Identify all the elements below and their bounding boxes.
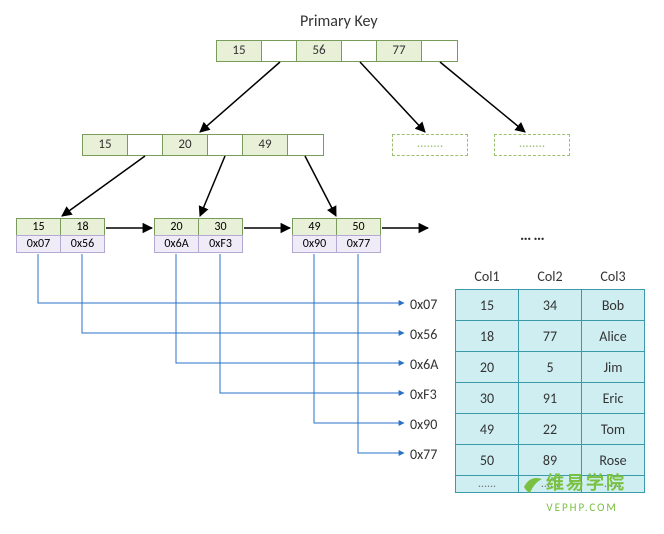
ghost-label: ........ <box>393 135 467 155</box>
btree-blank <box>262 41 297 61</box>
table-cell: ...... <box>582 476 645 493</box>
table-cell: ...... <box>456 476 519 493</box>
watermark-url: VEPHP.COM <box>546 501 617 514</box>
btree-ghost-node: ........ <box>392 134 468 156</box>
btree-ghost-node: ........ <box>494 134 570 156</box>
table-row: 15 34 Bob <box>456 290 645 321</box>
leaf-pointer: 0x56 <box>60 235 105 253</box>
leaf-pointer: 0x6A <box>154 235 199 253</box>
table-cell: Eric <box>582 383 645 414</box>
leaf-key: 30 <box>198 218 243 236</box>
leaf-key: 49 <box>292 218 337 236</box>
table-header: Col3 <box>582 262 645 290</box>
leaf-pointer: 0x90 <box>292 235 337 253</box>
table-cell: Jim <box>582 352 645 383</box>
leaf-key: 18 <box>60 218 105 236</box>
table-cell: 20 <box>456 352 519 383</box>
table-cell: 50 <box>456 445 519 476</box>
leaf-key: 50 <box>336 218 381 236</box>
btree-key: 49 <box>243 135 288 155</box>
leaf-pointer: 0x07 <box>16 235 61 253</box>
btree-key: 20 <box>163 135 208 155</box>
btree-key: 15 <box>83 135 128 155</box>
table-header: Col1 <box>456 262 519 290</box>
table-cell: 15 <box>456 290 519 321</box>
table-cell: Bob <box>582 290 645 321</box>
btree-leaf-node: 49 50 0x90 0x77 <box>292 218 381 253</box>
leaf-key: 15 <box>16 218 61 236</box>
leaf-ellipsis: …… <box>520 226 547 245</box>
table-row: 20 5 Jim <box>456 352 645 383</box>
ghost-label: ........ <box>495 135 569 155</box>
table-header-row: Col1 Col2 Col3 <box>456 262 645 290</box>
table-header: Col2 <box>519 262 582 290</box>
btree-blank <box>208 135 243 155</box>
diagram-title: Primary Key <box>300 12 378 31</box>
btree-blank <box>342 41 377 61</box>
btree-key: 15 <box>217 41 262 61</box>
table-cell: Rose <box>582 445 645 476</box>
pointer-label: 0x90 <box>410 416 437 433</box>
pointer-label: 0xF3 <box>410 386 437 403</box>
table-cell: ...... <box>519 476 582 493</box>
pointer-label: 0x07 <box>410 296 437 313</box>
table-cell: 89 <box>519 445 582 476</box>
table-row: 30 91 Eric <box>456 383 645 414</box>
btree-key: 77 <box>377 41 422 61</box>
leaf-pointer: 0xF3 <box>198 235 243 253</box>
btree-root-node: 15 56 77 <box>216 40 458 62</box>
table-cell: 18 <box>456 321 519 352</box>
data-table: Col1 Col2 Col3 15 34 Bob 18 77 Alice 20 … <box>455 262 645 493</box>
table-cell: 91 <box>519 383 582 414</box>
btree-blank <box>422 41 457 61</box>
leaf-pointer: 0x77 <box>336 235 381 253</box>
btree-key: 56 <box>297 41 342 61</box>
table-cell: 5 <box>519 352 582 383</box>
table-row: 49 22 Tom <box>456 414 645 445</box>
table-row: 50 89 Rose <box>456 445 645 476</box>
table-cell: 34 <box>519 290 582 321</box>
leaf-key: 20 <box>154 218 199 236</box>
pointer-label: 0x6A <box>410 356 438 373</box>
btree-internal-node: 15 20 49 <box>82 134 324 156</box>
btree-leaf-node: 15 18 0x07 0x56 <box>16 218 105 253</box>
btree-blank <box>128 135 163 155</box>
pointer-label: 0x56 <box>410 326 437 343</box>
table-cell: 49 <box>456 414 519 445</box>
table-cell: 77 <box>519 321 582 352</box>
table-cell: Alice <box>582 321 645 352</box>
pointer-label: 0x77 <box>410 446 437 463</box>
btree-leaf-node: 20 30 0x6A 0xF3 <box>154 218 243 253</box>
table-cell: 30 <box>456 383 519 414</box>
btree-blank <box>288 135 323 155</box>
table-row-trailing: ...... ...... ...... <box>456 476 645 493</box>
table-cell: 22 <box>519 414 582 445</box>
table-row: 18 77 Alice <box>456 321 645 352</box>
table-cell: Tom <box>582 414 645 445</box>
